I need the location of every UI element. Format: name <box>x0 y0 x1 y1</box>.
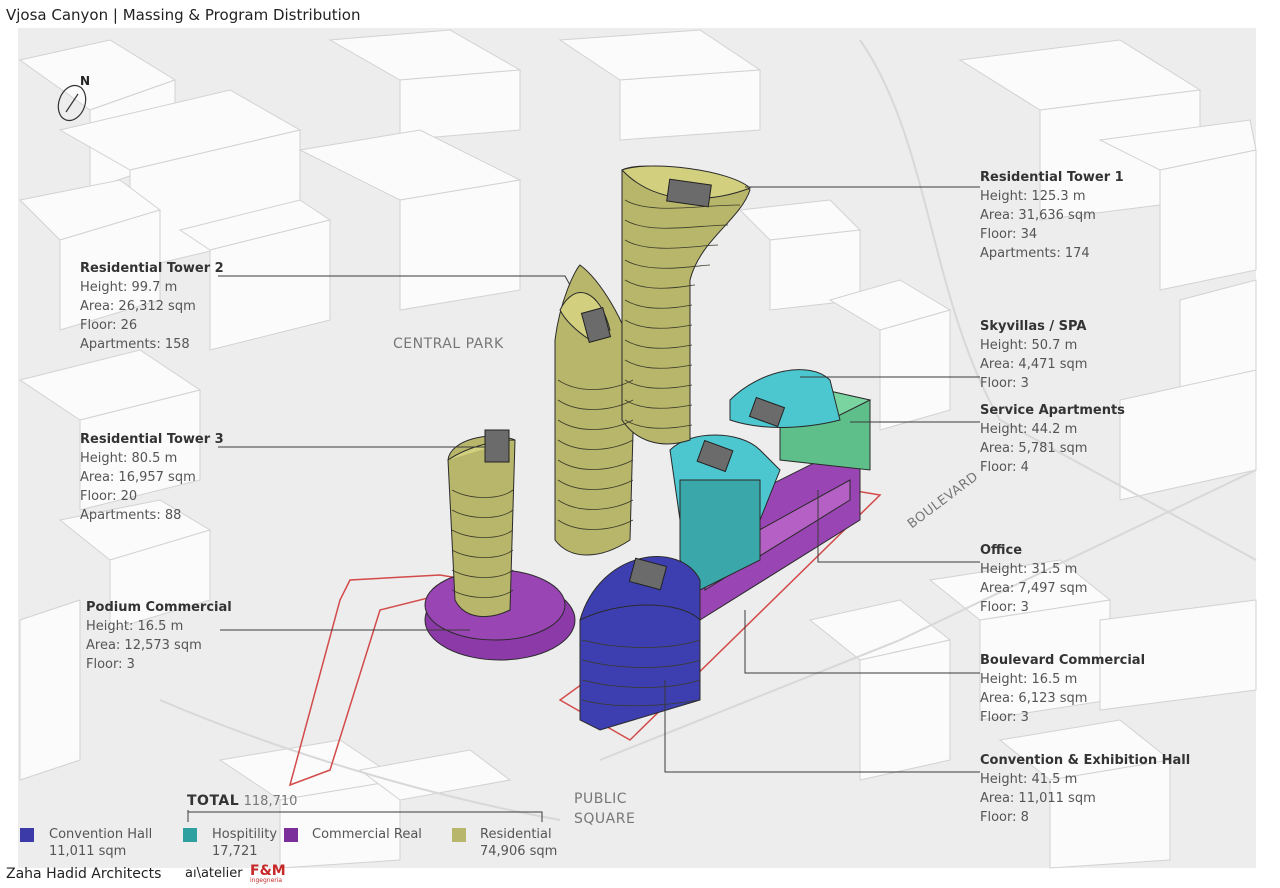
label-area: Area: 5,781 sqm <box>980 441 1088 456</box>
label-boulevard-commercial: Boulevard Commercial Height: 16.5 m Area… <box>980 651 1145 727</box>
legend-residential: Residential 74,906 sqm <box>480 826 557 860</box>
label-title: Residential Tower 1 <box>980 170 1124 185</box>
legend-swatch-hospitality <box>183 828 197 842</box>
label-floor: Floor: 26 <box>80 318 138 333</box>
partner-logo-1: aı\atelier <box>185 866 243 881</box>
label-title: Boulevard Commercial <box>980 653 1146 668</box>
firm-name: Zaha Hadid Architects <box>6 866 162 882</box>
central-park-label: CENTRAL PARK <box>393 336 504 352</box>
label-floor: Floor: 20 <box>80 489 138 504</box>
label-area: Area: 11,011 sqm <box>980 791 1096 806</box>
label-area: Area: 26,312 sqm <box>80 299 196 314</box>
label-floor: Floor: 3 <box>86 657 135 672</box>
legend-value: 17,721 <box>212 844 258 859</box>
label-area: Area: 16,957 sqm <box>80 470 196 485</box>
label-apartments: Apartments: 174 <box>980 246 1090 261</box>
legend-name: Residential <box>480 827 552 842</box>
label-title: Office <box>980 543 1023 558</box>
label-convention-hall: Convention & Exhibition Hall Height: 41.… <box>980 751 1190 827</box>
label-area: Area: 7,497 sqm <box>980 581 1088 596</box>
label-floor: Floor: 3 <box>980 710 1029 725</box>
label-height: Height: 41.5 m <box>980 772 1078 787</box>
label-title: Podium Commercial <box>86 600 232 615</box>
label-office: Office Height: 31.5 m Area: 7,497 sqm Fl… <box>980 541 1087 617</box>
residential-tower-3 <box>447 429 516 618</box>
label-area: Area: 6,123 sqm <box>980 691 1088 706</box>
partner-logo-2-sub: ingegneria <box>250 877 283 884</box>
label-area: Area: 12,573 sqm <box>86 638 202 653</box>
label-floor: Floor: 3 <box>980 600 1029 615</box>
public-square-label-2: SQUARE <box>574 811 636 827</box>
label-area: Area: 31,636 sqm <box>980 208 1096 223</box>
label-skyvillas-spa: Skyvillas / SPA Height: 50.7 m Area: 4,4… <box>980 317 1087 393</box>
total-label: TOTAL <box>187 793 240 809</box>
legend-swatch-commercial <box>284 828 298 842</box>
label-height: Height: 16.5 m <box>86 619 184 634</box>
label-height: Height: 80.5 m <box>80 451 178 466</box>
label-title: Residential Tower 3 <box>80 432 224 447</box>
label-residential-tower-2: Residential Tower 2 Height: 99.7 m Area:… <box>80 259 224 354</box>
label-title: Residential Tower 2 <box>80 261 224 276</box>
label-apartments: Apartments: 158 <box>80 337 190 352</box>
label-apartments: Apartments: 88 <box>80 508 182 523</box>
label-residential-tower-1: Residential Tower 1 Height: 125.3 m Area… <box>980 168 1124 263</box>
total-value: 118,710 <box>243 794 298 809</box>
partner-logo-2: F&M ingegneria <box>250 863 286 886</box>
label-height: Height: 99.7 m <box>80 280 178 295</box>
partner-logo-2-mark: F&M <box>250 863 286 879</box>
label-floor: Floor: 8 <box>980 810 1029 825</box>
label-floor: Floor: 3 <box>980 376 1029 391</box>
label-podium-commercial: Podium Commercial Height: 16.5 m Area: 1… <box>86 598 232 674</box>
legend-swatch-convention <box>20 828 34 842</box>
legend-value: 74,906 sqm <box>480 844 558 859</box>
legend-name: Convention Hall <box>49 827 153 842</box>
label-floor: Floor: 34 <box>980 227 1038 242</box>
compass-label: N <box>80 74 91 88</box>
label-floor: Floor: 4 <box>980 460 1029 475</box>
legend-name: Hospitility <box>212 827 278 842</box>
legend-convention: Convention Hall 11,011 sqm <box>49 826 152 860</box>
label-title: Convention & Exhibition Hall <box>980 753 1191 768</box>
public-square-label-1: PUBLIC <box>574 791 627 807</box>
legend-name: Commercial Real <box>312 827 422 842</box>
label-height: Height: 44.2 m <box>980 422 1078 437</box>
legend-swatch-residential <box>452 828 466 842</box>
total-area: TOTAL 118,710 <box>187 793 297 809</box>
legend-hospitality: Hospitility 17,721 <box>212 826 277 860</box>
label-height: Height: 50.7 m <box>980 338 1078 353</box>
label-area: Area: 4,471 sqm <box>980 357 1088 372</box>
label-residential-tower-3: Residential Tower 3 Height: 80.5 m Area:… <box>80 430 224 525</box>
label-service-apartments: Service Apartments Height: 44.2 m Area: … <box>980 401 1125 477</box>
legend-commercial: Commercial Real <box>312 826 422 843</box>
label-height: Height: 31.5 m <box>980 562 1078 577</box>
label-height: Height: 16.5 m <box>980 672 1078 687</box>
label-title: Service Apartments <box>980 403 1125 418</box>
label-title: Skyvillas / SPA <box>980 319 1087 334</box>
legend-value: 11,011 sqm <box>49 844 127 859</box>
label-height: Height: 125.3 m <box>980 189 1086 204</box>
